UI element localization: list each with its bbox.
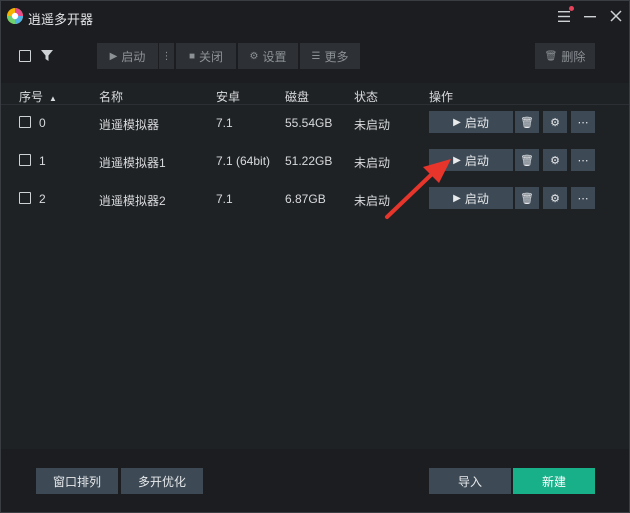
more-horizontal-icon: ⋯ (577, 154, 589, 167)
more-horizontal-icon: ⋯ (577, 116, 589, 129)
toolbar-close-button[interactable]: ■ 关闭 (176, 43, 236, 69)
stop-icon: ■ (188, 50, 196, 62)
toolbar-more-button[interactable]: ☰ 更多 (300, 43, 360, 69)
row-delete-button[interactable]: 🗑 (515, 187, 539, 209)
row-name: 逍遥模拟器 (99, 118, 160, 132)
import-button[interactable]: 导入 (429, 468, 511, 494)
table-row: 0 逍遥模拟器 7.1 55.54GB 未启动 ▶ 启动 🗑 ⚙ ⋯ (1, 103, 629, 141)
toolbar-close-label: 关闭 (199, 49, 224, 64)
row-delete-button[interactable]: 🗑 (515, 111, 539, 133)
row-more-button[interactable]: ⋯ (571, 149, 595, 171)
row-android: 7.1 (64bit) (216, 154, 271, 168)
row-disk: 55.54GB (285, 116, 333, 130)
play-icon: ▶ (453, 116, 461, 128)
filter-icon[interactable] (41, 50, 53, 62)
hamburger-menu-icon (558, 10, 570, 22)
toolbar-start-button[interactable]: ▶ 启动 (97, 43, 158, 69)
row-start-button[interactable]: ▶ 启动 (429, 187, 513, 209)
row-start-button[interactable]: ▶ 启动 (429, 149, 513, 171)
play-icon: ▶ (453, 192, 461, 204)
new-instance-button[interactable]: 新建 (513, 468, 595, 494)
multi-instance-optimize-button[interactable]: 多开优化 (121, 468, 203, 494)
trash-icon: 🗑 (520, 116, 534, 129)
table-row: 1 逍遥模拟器1 7.1 (64bit) 51.22GB 未启动 ▶ 启动 🗑 … (1, 141, 629, 179)
header-index-label: 序号 (19, 90, 44, 104)
row-android: 7.1 (216, 116, 233, 130)
row-index: 0 (39, 116, 46, 130)
row-index: 1 (39, 154, 46, 168)
table-row: 2 逍遥模拟器2 7.1 6.87GB 未启动 ▶ 启动 🗑 ⚙ ⋯ (1, 179, 629, 217)
window-title: 逍遥多开器 (28, 12, 94, 27)
minimize-button[interactable] (579, 5, 601, 27)
more-horizontal-icon: ⋯ (577, 192, 589, 205)
row-start-label: 启动 (464, 191, 489, 206)
list-icon: ☰ (311, 50, 321, 62)
footer-bar: 窗口排列 多开优化 导入 新建 (1, 449, 629, 512)
row-name: 逍遥模拟器1 (99, 156, 166, 170)
gear-icon: ⚙ (550, 116, 560, 129)
play-icon: ▶ (109, 50, 118, 62)
more-vertical-icon: ⋮ (161, 50, 172, 62)
row-start-label: 启动 (464, 115, 489, 130)
row-disk: 6.87GB (285, 192, 326, 206)
trash-icon: 🗑 (520, 192, 534, 205)
toolbar-more-label: 更多 (324, 49, 349, 64)
table-header: 序号 ▲ 名称 安卓 磁盘 状态 操作 (1, 83, 629, 105)
row-settings-button[interactable]: ⚙ (543, 187, 567, 209)
row-status: 未启动 (354, 194, 391, 208)
menu-button[interactable] (553, 5, 575, 27)
gear-icon: ⚙ (550, 154, 560, 167)
row-settings-button[interactable]: ⚙ (543, 111, 567, 133)
notification-dot (569, 6, 574, 11)
row-settings-button[interactable]: ⚙ (543, 149, 567, 171)
minimize-icon (584, 16, 596, 18)
app-logo-icon (7, 8, 23, 24)
play-icon: ▶ (453, 154, 461, 166)
toolbar-delete-button[interactable]: 🗑 删除 (535, 43, 595, 69)
window-arrange-button[interactable]: 窗口排列 (36, 468, 118, 494)
row-delete-button[interactable]: 🗑 (515, 149, 539, 171)
gear-icon: ⚙ (550, 192, 560, 205)
toolbar: ▶ 启动 ⋮ ■ 关闭 ⚙ 设置 ☰ 更多 🗑 删除 (1, 31, 629, 83)
row-checkbox[interactable] (19, 116, 31, 128)
toolbar-delete-label: 删除 (561, 49, 586, 64)
row-status: 未启动 (354, 118, 391, 132)
row-checkbox[interactable] (19, 154, 31, 166)
row-more-button[interactable]: ⋯ (571, 187, 595, 209)
row-disk: 51.22GB (285, 154, 333, 168)
row-android: 7.1 (216, 192, 233, 206)
toolbar-settings-button[interactable]: ⚙ 设置 (238, 43, 298, 69)
close-window-button[interactable] (605, 5, 627, 27)
row-checkbox[interactable] (19, 192, 31, 204)
toolbar-start-label: 启动 (121, 49, 146, 64)
row-status: 未启动 (354, 156, 391, 170)
toolbar-settings-label: 设置 (262, 49, 287, 64)
row-start-button[interactable]: ▶ 启动 (429, 111, 513, 133)
trash-icon: 🗑 (544, 50, 558, 62)
row-index: 2 (39, 192, 46, 206)
trash-icon: 🗑 (520, 154, 534, 167)
select-all-checkbox[interactable] (19, 50, 31, 62)
multi-instance-manager-window: 逍遥多开器 ▶ 启动 ⋮ ■ 关闭 ⚙ 设置 ☰ 更多 🗑 删除 序号 ▲ 名称… (0, 0, 630, 513)
row-start-label: 启动 (464, 153, 489, 168)
row-name: 逍遥模拟器2 (99, 194, 166, 208)
sort-ascending-icon: ▲ (49, 94, 57, 103)
close-icon (610, 10, 622, 22)
gear-icon: ⚙ (249, 50, 259, 62)
toolbar-start-dropdown[interactable]: ⋮ (158, 43, 174, 69)
title-bar: 逍遥多开器 (1, 1, 629, 31)
row-more-button[interactable]: ⋯ (571, 111, 595, 133)
